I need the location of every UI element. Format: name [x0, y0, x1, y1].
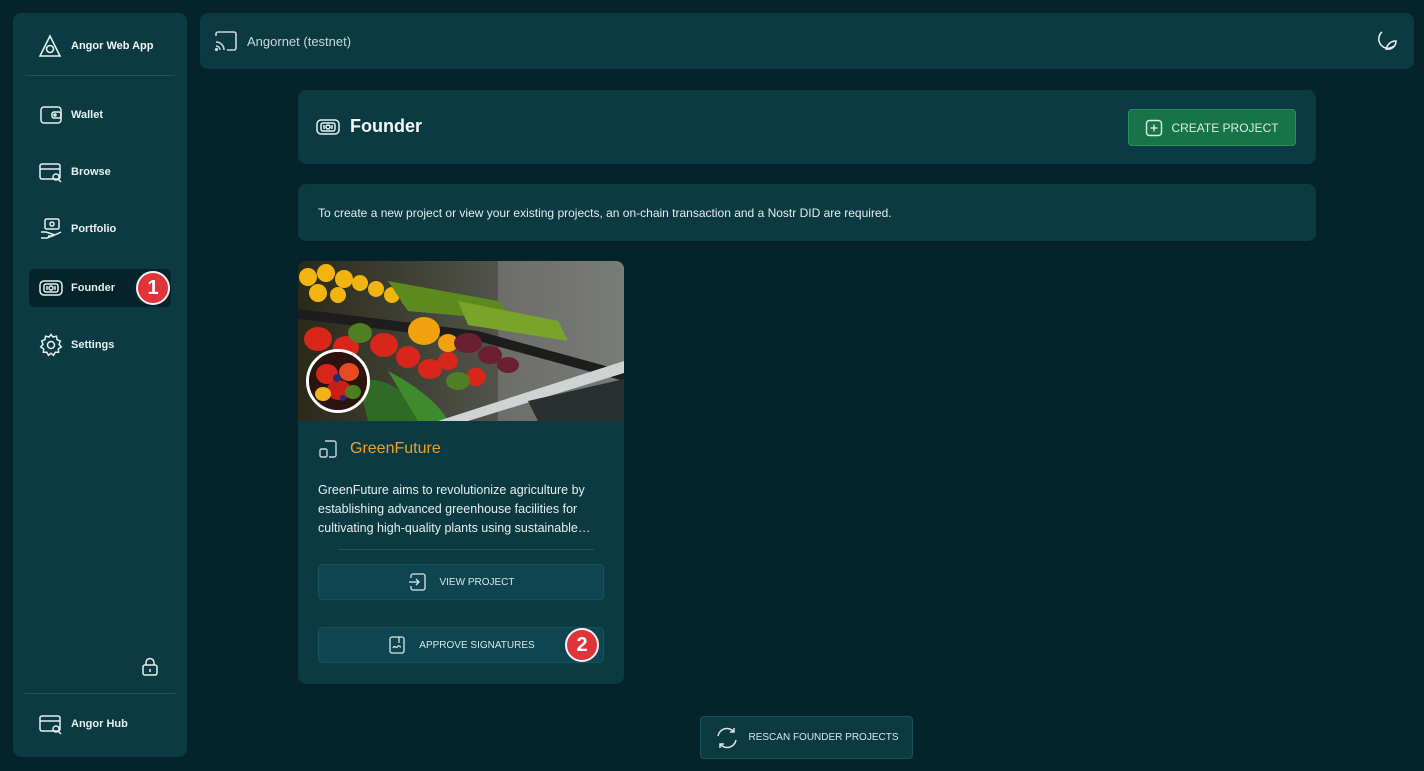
page-title-text: Founder — [350, 116, 422, 136]
lock-icon[interactable] — [140, 657, 160, 677]
plus-icon — [1145, 119, 1163, 137]
theme-toggle-icon[interactable] — [1372, 29, 1398, 55]
sidebar: Angor Web App Wallet Browse Portfolio Fo… — [13, 13, 187, 757]
view-project-label: VIEW PROJECT — [439, 576, 515, 588]
project-avatar — [306, 349, 370, 413]
project-type-icon — [318, 439, 338, 459]
approve-signatures-label: APPROVE SIGNATURES — [419, 639, 535, 651]
founder-icon — [39, 276, 63, 300]
top-bar: Angornet (testnet) — [200, 13, 1414, 69]
brand-title: Angor Web App — [71, 40, 154, 52]
create-project-label: CREATE PROJECT — [1171, 120, 1279, 135]
sidebar-item-label: Portfolio — [71, 223, 117, 235]
project-card: GreenFuture GreenFuture aims to revoluti… — [298, 261, 624, 684]
sidebar-item-settings[interactable]: Settings — [29, 326, 171, 364]
brand[interactable]: Angor Web App — [37, 33, 154, 59]
sidebar-item-browse[interactable]: Browse — [29, 153, 171, 191]
project-name: GreenFuture — [350, 440, 441, 457]
cast-icon — [214, 30, 238, 52]
create-project-button[interactable]: CREATE PROJECT — [1128, 109, 1296, 146]
sidebar-item-label: Angor Hub — [71, 718, 128, 730]
annotation-badge-1: 1 — [136, 271, 170, 305]
rescan-founder-projects-button[interactable]: RESCAN FOUNDER PROJECTS — [700, 716, 913, 759]
wallet-icon — [39, 103, 63, 127]
divider — [25, 75, 175, 76]
sidebar-item-label: Settings — [71, 339, 115, 351]
divider — [25, 693, 175, 694]
portfolio-icon — [39, 217, 63, 241]
open-folder-icon — [407, 572, 427, 592]
sidebar-item-label: Browse — [71, 166, 111, 178]
refresh-icon — [714, 725, 740, 751]
approve-signatures-button[interactable]: APPROVE SIGNATURES — [318, 627, 604, 663]
page-title: Founder — [316, 116, 422, 137]
sidebar-item-angor-hub[interactable]: Angor Hub — [29, 705, 171, 743]
signature-icon — [387, 635, 407, 655]
sidebar-item-label: Wallet — [71, 109, 103, 121]
divider — [338, 549, 594, 550]
browse-icon — [39, 160, 63, 184]
sidebar-item-label: Founder — [71, 282, 115, 294]
network-label: Angornet (testnet) — [247, 33, 352, 49]
gear-icon — [39, 333, 63, 357]
sidebar-item-wallet[interactable]: Wallet — [29, 96, 171, 134]
founder-icon — [316, 117, 340, 137]
hub-icon — [39, 712, 63, 736]
view-project-button[interactable]: VIEW PROJECT — [318, 564, 604, 600]
project-description: GreenFuture aims to revolutionize agricu… — [318, 483, 591, 535]
info-message: To create a new project or view your exi… — [298, 184, 1316, 241]
network-indicator[interactable]: Angornet (testnet) — [214, 30, 351, 52]
info-text: To create a new project or view your exi… — [318, 205, 892, 220]
project-title[interactable]: GreenFuture — [318, 439, 441, 459]
sidebar-item-portfolio[interactable]: Portfolio — [29, 210, 171, 248]
founder-header: Founder CREATE PROJECT — [298, 90, 1316, 164]
rescan-label: RESCAN FOUNDER PROJECTS — [748, 732, 899, 743]
annotation-badge-2: 2 — [565, 628, 599, 662]
angor-logo-icon — [37, 33, 63, 59]
